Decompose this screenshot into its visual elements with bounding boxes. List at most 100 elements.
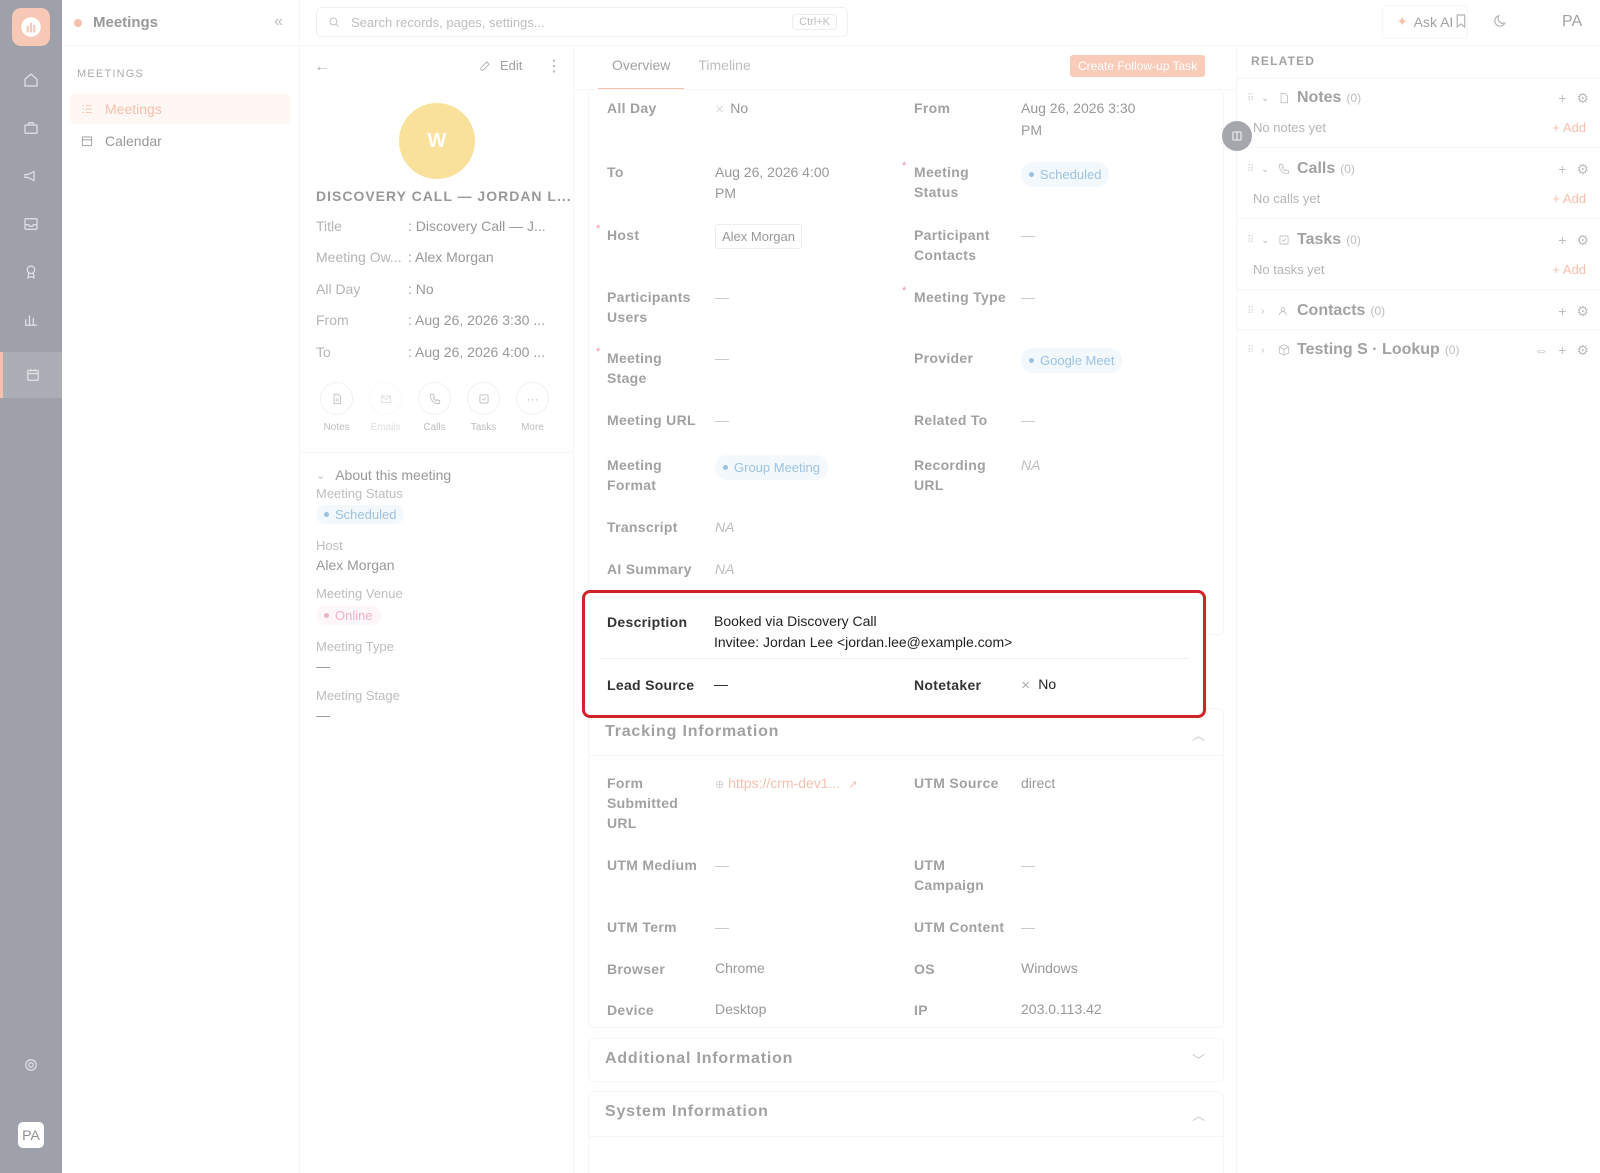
notes-action[interactable]: Notes — [320, 382, 353, 433]
ask-ai-label: Ask AI — [1413, 14, 1454, 30]
chevron-right-icon[interactable]: › — [1261, 306, 1277, 317]
edit-button[interactable]: Edit — [478, 58, 522, 73]
create-follow-up-task-button[interactable]: Create Follow-up Task — [1070, 55, 1206, 77]
sidebar-item-calendar[interactable]: Calendar — [70, 126, 291, 156]
related-lookup-header[interactable]: ⠿ › Testing S · Lookup (0) ⇔ + ⚙ — [1247, 338, 1593, 362]
divider — [599, 658, 1189, 659]
calendar-icon[interactable] — [0, 352, 62, 398]
field-value-ai-summary: NA — [715, 561, 735, 577]
summary-label: From — [316, 312, 349, 328]
form-url-link[interactable]: ⊕ https://crm-dev1... ↗ — [715, 773, 857, 796]
gear-icon[interactable]: ⚙ — [1576, 303, 1589, 320]
drag-handle-icon[interactable]: ⠿ — [1247, 93, 1257, 104]
chart-icon[interactable] — [16, 305, 46, 335]
required-marker: * — [596, 346, 601, 358]
chevron-down-icon[interactable]: ⌄ — [1261, 235, 1277, 246]
list-icon — [82, 105, 92, 113]
drag-handle-icon[interactable]: ⠿ — [1247, 235, 1257, 246]
about-section-toggle[interactable]: ⌄ About this meeting — [316, 467, 451, 483]
more-vertical-icon[interactable]: ⋮ — [546, 56, 562, 76]
more-action[interactable]: ··· More — [516, 382, 549, 433]
logo-icon — [21, 17, 41, 37]
summary-value: : Discovery Call — J... — [408, 218, 546, 234]
divider — [1237, 78, 1600, 79]
sidebar-toggle-icon — [1232, 131, 1242, 141]
record-summary-panel: ← Edit ⋮ W DISCOVERY CALL — JORDAN L... … — [300, 46, 574, 1173]
related-lookup-title: Testing S · Lookup — [1297, 341, 1440, 358]
field-label-utm-content: UTM Content — [914, 919, 1005, 935]
field-label-meeting-status-2: Status — [914, 184, 959, 200]
back-arrow-icon[interactable]: ← — [314, 58, 330, 76]
field-value-recording-url: NA — [1021, 457, 1041, 473]
gear-icon[interactable]: ⚙ — [1576, 232, 1589, 249]
collapse-sidebar-icon[interactable]: « — [274, 13, 283, 31]
chevron-down-icon[interactable]: ⌄ — [1261, 164, 1277, 175]
related-contacts-count: (0) — [1370, 304, 1386, 318]
related-calls-header[interactable]: ⠿ ⌄ Calls (0) + ⚙ — [1247, 157, 1593, 181]
award-icon[interactable] — [16, 257, 46, 287]
drag-handle-icon[interactable]: ⠿ — [1247, 345, 1257, 356]
related-notes-header[interactable]: ⠿ ⌄ Notes (0) + ⚙ — [1247, 86, 1593, 110]
record-avatar: W — [399, 103, 475, 179]
add-icon[interactable]: + — [1558, 161, 1566, 178]
moon-icon[interactable] — [1492, 12, 1512, 32]
field-value-related-to: — — [1021, 412, 1035, 428]
field-label-participant-contacts-1: Participant — [914, 227, 990, 243]
gear-icon[interactable]: ⚙ — [1576, 342, 1589, 359]
venue-badge-text: Online — [335, 608, 373, 623]
summary-label: All Day — [316, 281, 361, 297]
chevron-up-icon[interactable]: ︿ — [1192, 725, 1205, 744]
drag-handle-icon[interactable]: ⠿ — [1247, 306, 1257, 317]
toggle-panel-button[interactable] — [1222, 121, 1252, 151]
divider — [300, 452, 574, 453]
action-label: Notes — [323, 422, 350, 433]
search-input[interactable]: Search records, pages, settings... Ctrl+… — [316, 7, 848, 37]
tasks-action[interactable]: Tasks — [467, 382, 500, 433]
user-avatar[interactable]: PA — [18, 1122, 44, 1148]
add-icon[interactable]: + — [1558, 303, 1566, 320]
add-icon[interactable]: + — [1558, 90, 1566, 107]
chevron-down-icon[interactable]: ⌄ — [1261, 93, 1277, 104]
settings-icon[interactable] — [16, 1050, 46, 1080]
field-value-utm-campaign: — — [1021, 857, 1035, 873]
tab-timeline[interactable]: Timeline — [684, 46, 764, 90]
related-tasks-header[interactable]: ⠿ ⌄ Tasks (0) + ⚙ — [1247, 228, 1593, 252]
home-icon[interactable] — [16, 65, 46, 95]
tab-overview[interactable]: Overview — [598, 46, 685, 90]
calls-action[interactable]: Calls — [418, 382, 451, 433]
summary-value: : Alex Morgan — [408, 249, 494, 265]
inbox-icon[interactable] — [16, 209, 46, 239]
sidebar-item-meetings[interactable]: Meetings — [70, 94, 291, 124]
form-url-text: https://crm-dev1... — [728, 775, 841, 791]
mail-icon — [380, 395, 391, 403]
link-icon[interactable]: ⇔ — [1534, 342, 1548, 359]
additional-information-card[interactable]: Additional Information ﹀ — [588, 1038, 1224, 1082]
briefcase-icon[interactable] — [16, 113, 46, 143]
drag-handle-icon[interactable]: ⠿ — [1247, 164, 1257, 175]
gear-icon[interactable]: ⚙ — [1576, 90, 1589, 107]
gear-icon[interactable]: ⚙ — [1576, 161, 1589, 178]
chevron-right-icon[interactable]: › — [1261, 345, 1277, 356]
chevron-down-icon: ⌄ — [316, 469, 326, 482]
user-menu[interactable]: PA — [1562, 13, 1582, 31]
bookmark-icon[interactable] — [1452, 12, 1472, 32]
tracking-section-title[interactable]: Tracking Information — [605, 723, 779, 741]
add-icon[interactable]: + — [1558, 342, 1566, 359]
field-value-device: Desktop — [715, 1001, 767, 1017]
status-badge: Scheduled — [316, 505, 405, 524]
emails-action[interactable]: Emails — [369, 382, 402, 433]
field-label-recording-url-1: Recording — [914, 457, 986, 473]
megaphone-icon[interactable] — [16, 161, 46, 191]
system-information-card[interactable]: System Information ︿ — [588, 1091, 1224, 1173]
add-note-link[interactable]: + Add — [1552, 120, 1586, 135]
divider — [1237, 218, 1600, 219]
add-task-link[interactable]: + Add — [1552, 262, 1586, 277]
x-icon: ✕ — [1021, 680, 1031, 692]
add-call-link[interactable]: + Add — [1552, 191, 1586, 206]
app-logo[interactable] — [12, 8, 50, 46]
host-tag[interactable]: Alex Morgan — [715, 224, 802, 249]
related-panel: RELATED ⠿ ⌄ Notes (0) + ⚙ No notes yet + Ad… — [1236, 46, 1600, 1173]
add-icon[interactable]: + — [1558, 232, 1566, 249]
provider-text: Google Meet — [1040, 353, 1115, 368]
related-contacts-header[interactable]: ⠿ › Contacts (0) + ⚙ — [1247, 299, 1593, 323]
